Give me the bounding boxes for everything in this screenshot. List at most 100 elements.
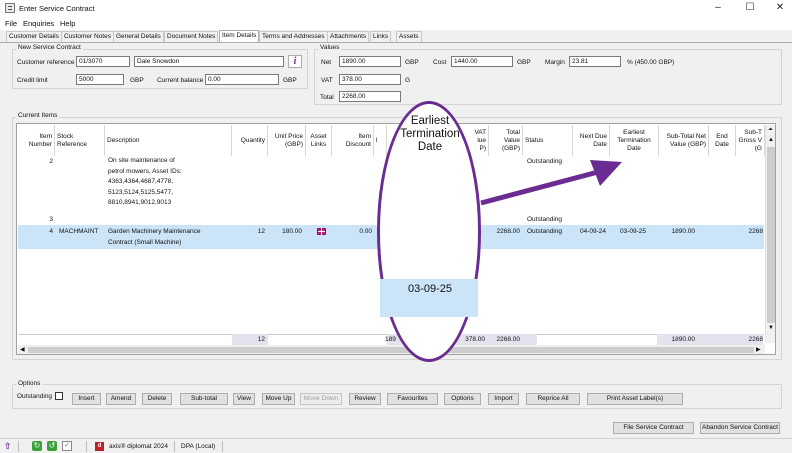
amend-button[interactable]: Amend: [106, 393, 136, 405]
header-item-discount[interactable]: Item Discount: [332, 125, 374, 156]
header-quantity[interactable]: Quantity: [232, 125, 268, 156]
scroll-right-icon[interactable]: ▶: [756, 346, 761, 353]
file-service-contract-button[interactable]: File Service Contract: [613, 422, 694, 434]
current-balance-field[interactable]: 0.00: [205, 74, 279, 85]
header-end-date[interactable]: End Date: [709, 125, 736, 156]
row-2-description: On site maintenance of petrol mowers, As…: [108, 156, 182, 209]
status-separator: [174, 441, 175, 452]
totals-quantity: 12: [257, 336, 265, 343]
sync-icon[interactable]: ↺: [47, 441, 57, 451]
scroll-up-icon[interactable]: ▲: [768, 137, 774, 143]
header-discount-partial[interactable]: l: [374, 125, 387, 156]
row-3-status: Outstanding: [527, 216, 563, 223]
row-3-item-number: 3: [49, 216, 53, 223]
options-title: Options: [16, 380, 43, 387]
database-name: DPA (Local): [181, 443, 216, 450]
header-unit-price[interactable]: Unit Price (GBP): [268, 125, 306, 156]
row-4-status: Outstanding: [527, 228, 563, 235]
tab-links[interactable]: Links: [370, 31, 392, 42]
row-2-item-number: 2: [49, 158, 53, 165]
total-field[interactable]: 2268.00: [339, 91, 401, 102]
scroll-down-icon[interactable]: ▼: [768, 325, 774, 331]
totals-total-value: 2268.00: [496, 336, 521, 343]
status-separator: [222, 441, 223, 452]
tab-document-notes[interactable]: Document Notes: [164, 31, 219, 42]
customer-reference-field[interactable]: 01/3070: [76, 56, 130, 67]
totals-vat: 378.00: [465, 336, 485, 343]
tab-item-details[interactable]: Item Details: [219, 30, 260, 42]
scroll-top-icon[interactable]: ⏶: [768, 127, 773, 133]
info-icon[interactable]: i: [288, 55, 302, 68]
upload-arrow-icon[interactable]: ⇧: [4, 441, 12, 451]
tab-terms-and-addresses[interactable]: Terms and Addresses: [259, 31, 328, 42]
tab-customer-details[interactable]: Customer Details: [6, 31, 62, 42]
customer-name-field[interactable]: Dale Snowdon: [134, 56, 284, 67]
move-up-button[interactable]: Move Up: [262, 393, 295, 405]
import-button[interactable]: Import: [488, 393, 519, 405]
axis-logo-icon: d: [95, 442, 104, 451]
abandon-service-contract-button[interactable]: Abandon Service Contract: [700, 422, 780, 434]
scroll-left-icon[interactable]: ◀: [20, 346, 25, 353]
menu-bar: [0, 17, 792, 30]
annotation-arrow-icon: [480, 160, 622, 206]
status-separator: [86, 441, 87, 452]
checklist-icon[interactable]: ✓: [62, 441, 72, 451]
current-balance-label: Current balance: [157, 77, 204, 84]
row-4-subtotal-net-value: 1890.00: [671, 228, 696, 235]
row-4-subtotal-gross-value: 2268: [748, 228, 763, 235]
row-4-next-due-date: 04-09-24: [579, 228, 606, 235]
tab-general-details[interactable]: General Details: [113, 31, 164, 42]
tab-customer-notes[interactable]: Customer Notes: [61, 31, 114, 42]
view-button[interactable]: View: [233, 393, 255, 405]
subtotal-button[interactable]: Sub-total: [180, 393, 228, 405]
horizontal-scroll-thumb[interactable]: [28, 347, 754, 353]
row-4-unit-price: 180.00: [282, 228, 302, 235]
menu-enquiries[interactable]: Enquiries: [23, 19, 54, 28]
insert-button[interactable]: Insert: [72, 393, 101, 405]
print-asset-labels-button[interactable]: Print Asset Label(s): [587, 393, 683, 405]
close-button[interactable]: ✕: [772, 2, 788, 14]
totals-discount-partial: 189: [385, 336, 396, 343]
reprice-all-button[interactable]: Reprice All: [526, 393, 580, 405]
row-4-total-value: 2268.00: [496, 228, 521, 235]
header-item-number[interactable]: Item Number: [18, 125, 55, 156]
current-balance-currency: GBP: [283, 77, 297, 84]
margin-field[interactable]: 23.81: [569, 56, 621, 67]
header-subtotal-net-value[interactable]: Sub-Total Net Value (GBP): [659, 125, 709, 156]
review-button[interactable]: Review: [349, 393, 381, 405]
margin-label: Margin: [545, 59, 565, 66]
cost-field[interactable]: 1440.00: [451, 56, 513, 67]
tab-assets[interactable]: Assets: [396, 31, 422, 42]
header-description[interactable]: Description: [105, 125, 232, 156]
header-subtotal-gross-value[interactable]: Sub-T Gross V (G: [736, 125, 765, 156]
vertical-scrollbar[interactable]: ⏶ ▲ ▼: [765, 125, 775, 343]
row-2-description-line: On site maintenance of: [108, 157, 175, 164]
vat-currency: G: [405, 77, 411, 84]
credit-limit-field[interactable]: 5000: [76, 74, 124, 85]
row-4-description-line: Garden Machinery Maintenance: [108, 228, 201, 235]
delete-button[interactable]: Delete: [142, 393, 172, 405]
totals-subtotal-net: 1890.00: [671, 336, 696, 343]
minimize-button[interactable]: –: [710, 2, 726, 14]
header-asset-links[interactable]: Asset Links: [306, 125, 332, 156]
favourites-button[interactable]: Favourites: [387, 393, 438, 405]
header-stock-reference[interactable]: Stock Reference: [55, 125, 105, 156]
vat-field[interactable]: 378.00: [339, 74, 401, 85]
net-label: Net: [321, 59, 332, 66]
row-4-description-line: Contract (Small Machine): [108, 238, 182, 246]
options-button[interactable]: Options: [444, 393, 481, 405]
asset-link-icon[interactable]: [317, 228, 326, 235]
menu-file[interactable]: File: [5, 19, 17, 28]
move-down-button[interactable]: Move Down: [300, 393, 342, 405]
outstanding-checkbox[interactable]: [55, 392, 63, 400]
maximize-button[interactable]: ☐: [742, 2, 758, 14]
net-field[interactable]: 1890.00: [339, 56, 401, 67]
total-label: Total: [320, 94, 334, 101]
cost-currency: GBP: [517, 59, 531, 66]
product-name: axis® diplomat 2024: [109, 443, 168, 450]
menu-help[interactable]: Help: [60, 19, 75, 28]
horizontal-scrollbar[interactable]: ◀ ▶: [18, 345, 765, 354]
vertical-scroll-thumb[interactable]: [767, 147, 775, 323]
tab-attachments[interactable]: Attachments: [327, 31, 370, 42]
refresh-icon[interactable]: ↻: [32, 441, 42, 451]
